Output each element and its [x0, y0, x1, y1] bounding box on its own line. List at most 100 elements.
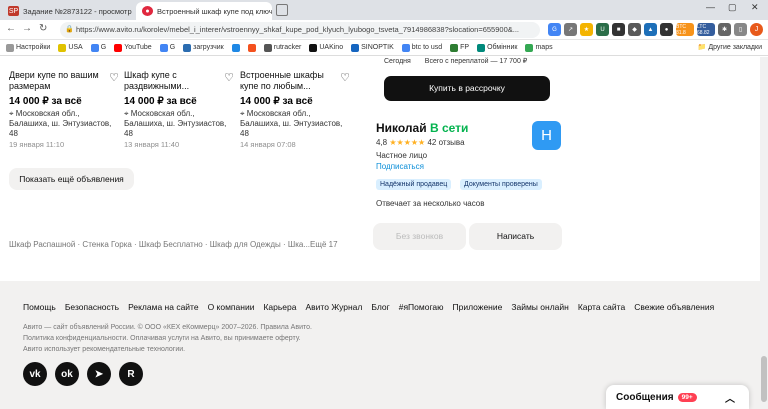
show-more-button[interactable]: Показать ещё объявления: [9, 168, 134, 190]
footer-link[interactable]: Займы онлайн: [511, 302, 568, 312]
listing-card[interactable]: Встроенные шкафы купе по любым... ♡ 14 0…: [240, 70, 350, 149]
maximize-icon[interactable]: ▢: [728, 2, 737, 13]
folder-icon: [58, 43, 67, 52]
uakino-icon: [309, 43, 318, 52]
legal-text: Авито — сайт объявлений России. © ООО «К…: [23, 322, 353, 355]
reload-icon[interactable]: ↻: [39, 23, 47, 34]
bookmark-item[interactable]: загрузчик: [183, 43, 224, 52]
bookmark-item[interactable]: maps: [525, 43, 553, 52]
subscribe-link[interactable]: Подписаться: [376, 162, 424, 171]
vk-icon[interactable]: vk: [23, 362, 47, 386]
favorite-heart-icon[interactable]: ♡: [340, 71, 350, 84]
footer-link[interactable]: Свежие объявления: [634, 302, 714, 312]
bookmark-item[interactable]: FP: [450, 43, 469, 52]
extension-icon[interactable]: ◆: [628, 23, 641, 36]
favorite-heart-icon[interactable]: ♡: [109, 71, 119, 84]
gear-icon: [6, 43, 14, 52]
scrollbar-thumb[interactable]: [761, 356, 767, 402]
lock-icon: 🔒: [65, 26, 74, 33]
sidebar-icon[interactable]: ▯: [734, 23, 747, 36]
extension-icon[interactable]: ■: [612, 23, 625, 36]
bookmark-item[interactable]: [247, 43, 256, 52]
chevron-up-icon[interactable]: ︿: [725, 390, 735, 405]
extension-icon[interactable]: U: [596, 23, 609, 36]
seller-name[interactable]: Николай В сети: [376, 121, 468, 135]
browser-tab-bar: SP Задание №2873122 - просмотр з ✕ ● Вст…: [0, 0, 768, 20]
ok-icon[interactable]: ok: [55, 362, 79, 386]
google-icon: [159, 43, 168, 52]
seller-rating[interactable]: 4,8 ★★★★★ 42 отзыва: [376, 138, 465, 147]
footer-link[interactable]: Безопасность: [65, 302, 119, 312]
messages-widget[interactable]: Сообщения 99+ ︿: [606, 385, 749, 409]
location-pin-icon: ⌖: [124, 109, 131, 118]
extension-icon[interactable]: ▲: [644, 23, 657, 36]
other-bookmarks[interactable]: 📁 Другие закладки: [698, 43, 762, 51]
badge-documents-verified: Документы проверены: [460, 179, 542, 190]
exchange-icon: [477, 43, 486, 52]
back-icon[interactable]: ←: [6, 23, 16, 34]
write-message-button[interactable]: Написать: [469, 223, 562, 250]
extension-icon[interactable]: ●: [660, 23, 673, 36]
google-icon: [401, 43, 410, 52]
google-icon: [90, 43, 99, 52]
tab-task[interactable]: SP Задание №2873122 - просмотр з ✕: [2, 2, 134, 20]
favorite-heart-icon[interactable]: ♡: [224, 71, 234, 84]
maps-icon: [525, 43, 534, 52]
minimize-icon[interactable]: —: [706, 2, 715, 12]
listing-title[interactable]: Двери купе по вашим размерам: [9, 70, 99, 92]
badge-reliable-seller: Надёжный продавец: [376, 179, 452, 190]
bookmark-item[interactable]: G: [90, 43, 106, 52]
share-icon[interactable]: ↗: [564, 23, 577, 36]
new-tab-button[interactable]: [276, 4, 288, 16]
bookmark-item[interactable]: btc to usd: [401, 43, 442, 52]
footer-link[interactable]: Авито Журнал: [306, 302, 363, 312]
btc-price-badge[interactable]: BTC 81.8: [676, 23, 694, 36]
footer-link[interactable]: Карта сайта: [578, 302, 625, 312]
listing-title[interactable]: Шкаф купе с раздвижными...: [124, 70, 214, 92]
listing-title[interactable]: Встроенные шкафы купе по любым...: [240, 70, 330, 92]
f-icon: [247, 43, 256, 52]
bookmark-item[interactable]: Настройки: [6, 43, 50, 52]
listing-card[interactable]: Двери купе по вашим размерам ♡ 14 000 ₽ …: [9, 70, 119, 149]
footer-link[interactable]: Реклама на сайте: [128, 302, 199, 312]
forward-icon[interactable]: →: [22, 23, 32, 34]
bookmark-item[interactable]: SINOPTIK: [351, 43, 394, 52]
profile-avatar[interactable]: J: [750, 23, 763, 36]
download-icon: [183, 43, 192, 52]
close-window-icon[interactable]: ✕: [751, 2, 759, 13]
listing-card[interactable]: Шкаф купе с раздвижными... ♡ 14 000 ₽ за…: [124, 70, 234, 149]
bookmark-item[interactable]: USA: [58, 43, 83, 52]
bookmark-item[interactable]: rutracker: [263, 43, 301, 52]
bookmark-item[interactable]: G: [159, 43, 175, 52]
footer-link[interactable]: #яПомогаю: [399, 302, 444, 312]
puzzle-icon[interactable]: ✱: [718, 23, 731, 36]
tab-avito[interactable]: ● Встроенный шкаф купе под ключ ✕: [136, 2, 272, 20]
seller-avatar[interactable]: Н: [532, 121, 561, 150]
installment-info: Сегодня Всего с переплатой — 17 700 ₽: [384, 57, 527, 65]
sp-icon: SP: [8, 6, 19, 16]
youtube-icon: [114, 43, 123, 52]
listing-location: ⌖ Московская обл., Балашиха, ш. Энтузиас…: [240, 109, 343, 138]
extensions: G ↗ ★ U ■ ◆ ▲ ● BTC 81.8 LTC 68.82 ✱ ▯ J…: [548, 23, 768, 36]
url-field[interactable]: 🔒 https://www.avito.ru/korolev/mebel_i_i…: [60, 22, 540, 38]
rutube-icon[interactable]: R: [119, 362, 143, 386]
seller-type: Частное лицо: [376, 151, 428, 160]
footer-link[interactable]: Блог: [371, 302, 389, 312]
telegram-icon[interactable]: ➤: [87, 362, 111, 386]
translate-icon[interactable]: G: [548, 23, 561, 36]
rutracker-icon: [263, 43, 272, 52]
bookmark-item[interactable]: [231, 43, 240, 52]
bookmark-item[interactable]: UAKino: [309, 43, 343, 52]
star-icon[interactable]: ★: [580, 23, 593, 36]
related-links[interactable]: Шкаф Распашной · Стенка Горка · Шкаф Бес…: [9, 240, 338, 249]
bookmark-item[interactable]: YouTube: [114, 43, 152, 52]
footer-link[interactable]: Помощь: [23, 302, 56, 312]
bookmark-item[interactable]: Обмінник: [477, 43, 517, 52]
footer-link[interactable]: Приложение: [452, 302, 502, 312]
ltc-price-badge[interactable]: LTC 68.82: [697, 23, 715, 36]
footer-link[interactable]: О компании: [208, 302, 255, 312]
buy-installment-button[interactable]: Купить в рассрочку: [384, 76, 550, 101]
footer-link[interactable]: Карьера: [263, 302, 296, 312]
tab-title: Встроенный шкаф купе под ключ: [157, 6, 272, 16]
legal-line: Политика конфиденциальности. Оплачивая у…: [23, 335, 301, 342]
